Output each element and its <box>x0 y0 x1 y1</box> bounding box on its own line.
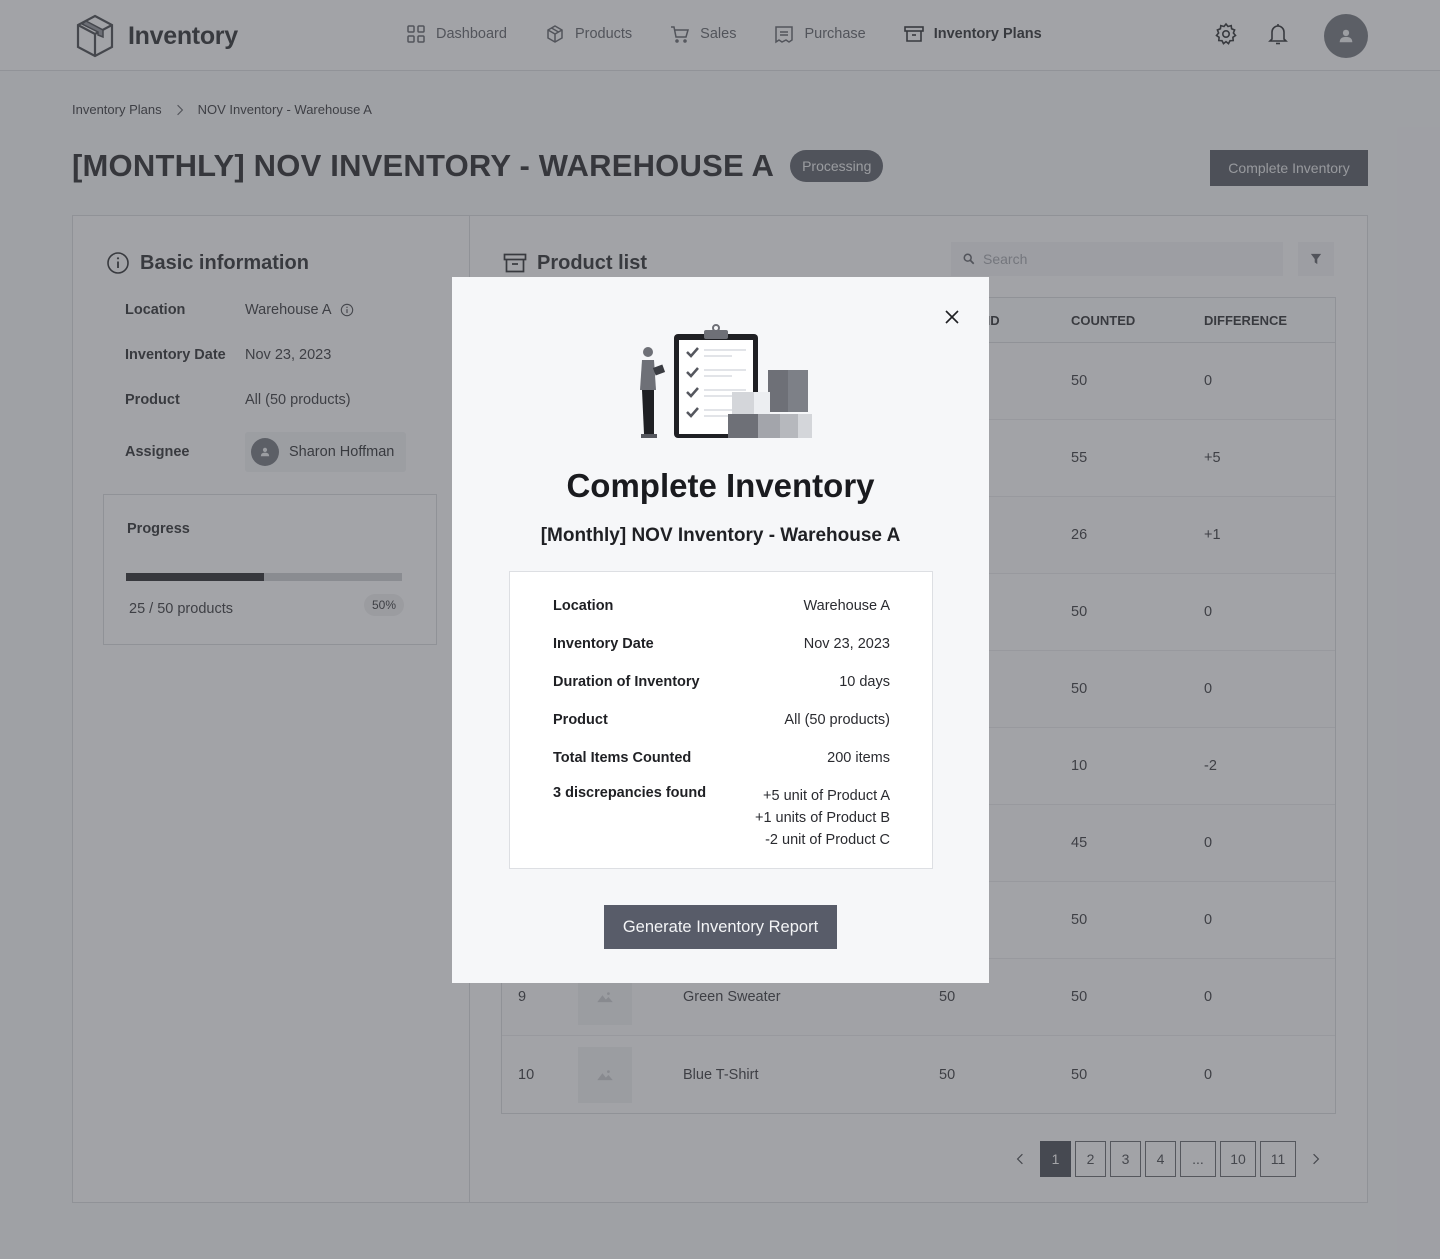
discrepancy-list: +5 unit of Product A +1 units of Product… <box>755 785 890 851</box>
modal-title: Complete Inventory <box>566 467 875 504</box>
inventory-checklist-illustration <box>640 324 812 438</box>
summary-label: Inventory Date <box>553 636 654 652</box>
discrepancy-item: -2 unit of Product C <box>765 832 890 848</box>
summary-row-product: Product All (50 products) <box>553 712 890 728</box>
summary-row-location: Location Warehouse A <box>553 598 890 614</box>
close-icon[interactable] <box>942 307 962 327</box>
summary-value: All (50 products) <box>784 712 890 728</box>
discrepancy-item: +1 units of Product B <box>754 810 890 826</box>
summary-value: Nov 23, 2023 <box>803 636 890 652</box>
generate-report-button[interactable]: Generate Inventory Report <box>604 905 837 949</box>
summary-row-inventory-date: Inventory Date Nov 23, 2023 <box>553 636 890 652</box>
summary-value: Warehouse A <box>803 598 890 614</box>
modal-subtitle: [Monthly] NOV Inventory - Warehouse A <box>540 525 901 546</box>
summary-label: 3 discrepancies found <box>553 785 707 801</box>
summary-label: Product <box>553 712 608 728</box>
summary-label: Duration of Inventory <box>553 674 700 690</box>
complete-inventory-modal: Complete Inventory [Monthly] NOV Invento… <box>452 277 989 983</box>
summary-label: Total Items Counted <box>553 750 692 766</box>
summary-value: 10 days <box>839 674 890 690</box>
summary-value: 200 items <box>827 750 890 766</box>
summary-label: Location <box>553 598 614 614</box>
discrepancy-item: +5 unit of Product A <box>763 788 890 804</box>
summary-row-total-counted: Total Items Counted 200 items <box>553 750 890 766</box>
inventory-summary: Location Warehouse A Inventory Date Nov … <box>509 571 933 869</box>
summary-row-discrepancies: 3 discrepancies found +5 unit of Product… <box>553 785 890 851</box>
summary-row-duration: Duration of Inventory 10 days <box>553 674 890 690</box>
